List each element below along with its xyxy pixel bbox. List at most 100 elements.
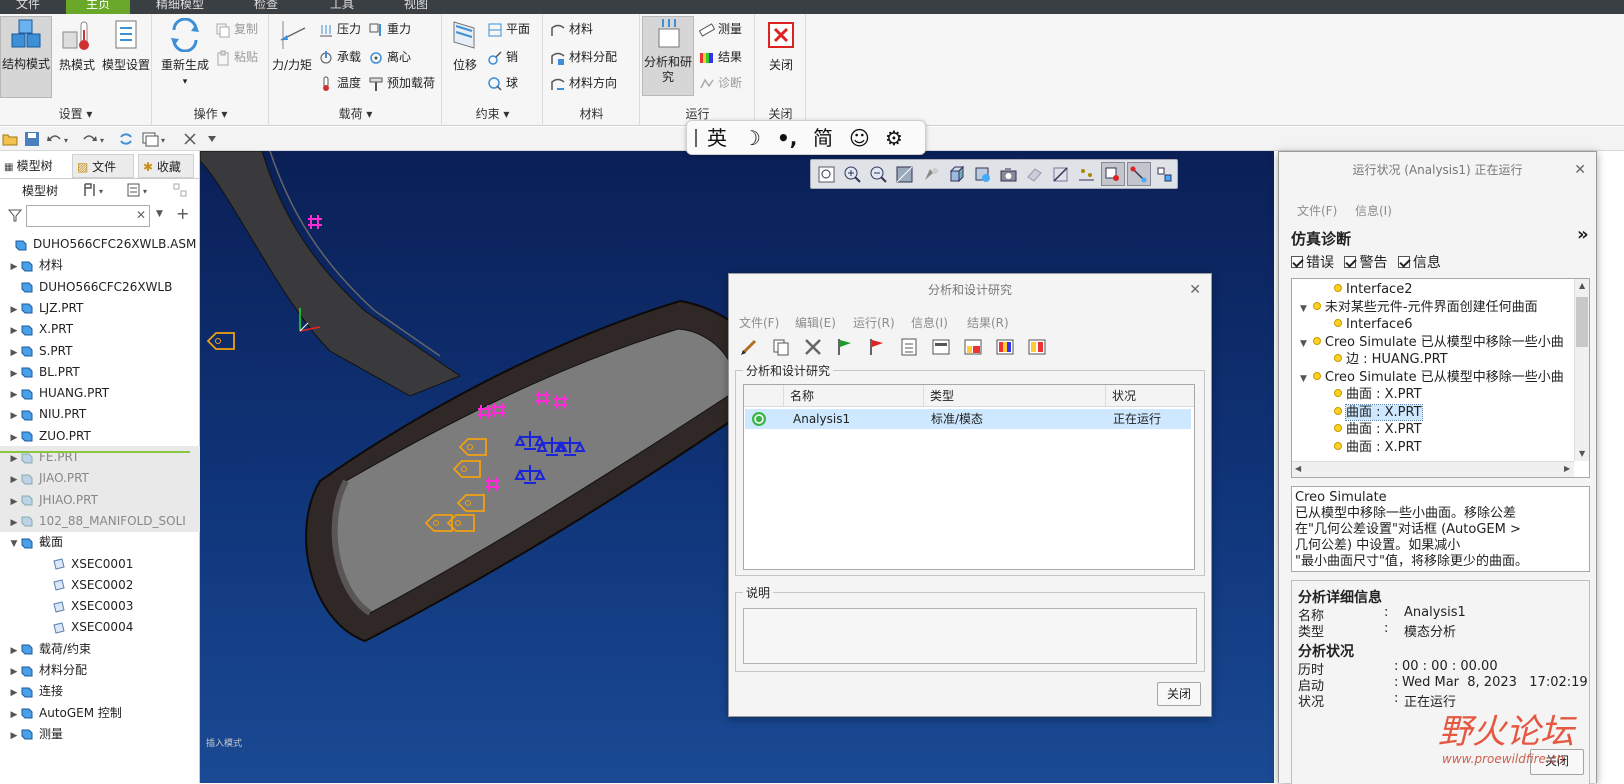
ime-moon-icon[interactable]: ☽ — [743, 126, 761, 150]
diag-vertical-scrollbar[interactable]: ▲ ▼ — [1574, 279, 1589, 461]
pressure-button[interactable]: 压力 — [318, 18, 361, 40]
tree-item[interactable]: ▶ 102_88_MANIFOLD_SOLI — [0, 509, 200, 532]
search-dropdown-icon[interactable]: ▼ — [156, 209, 163, 219]
material-button[interactable]: 材料 — [550, 18, 593, 40]
ime-simplified-toggle[interactable]: 简 — [813, 126, 833, 150]
tab-favorites[interactable]: ✱ 收藏 — [138, 154, 194, 178]
description-textarea[interactable] — [743, 608, 1197, 664]
tree-search-input[interactable] — [26, 205, 150, 227]
tree-item[interactable]: ▶ S.PRT — [0, 340, 200, 362]
list-item[interactable]: 曲面 : X.PRT — [1334, 439, 1422, 457]
tree-toggle-icon[interactable]: ▶ — [8, 427, 20, 447]
tree-item[interactable]: ▶ 连接 — [0, 680, 200, 702]
tree-item[interactable]: DUHO566CFC26XWLB — [0, 276, 200, 298]
tree-item[interactable]: ▶ JIAO.PRT — [0, 467, 200, 490]
list-item[interactable]: ▼ Creo Simulate 已从模型中移除一些小曲 — [1300, 334, 1564, 352]
tree-toggle-icon[interactable]: ▶ — [8, 512, 20, 532]
ribbon-group-label-setup[interactable]: 设置 ▾ — [0, 105, 151, 122]
tree-toggle-icon[interactable]: ▶ — [8, 384, 20, 404]
tree-item[interactable]: DUHO566CFC26XWLB.ASM — [0, 233, 200, 255]
diag-toggle-icon[interactable]: ▼ — [1300, 304, 1307, 314]
tree-toggle-icon[interactable]: ▶ — [8, 256, 20, 276]
results-button[interactable]: 结果 — [699, 46, 742, 68]
refit-icon[interactable] — [895, 165, 914, 184]
column-type[interactable]: 类型 — [924, 385, 1106, 407]
zoom-in-icon[interactable] — [843, 165, 862, 184]
tree-settings-icon[interactable]: ▾ — [82, 182, 108, 198]
tree-item[interactable]: ▶ 载荷/约束 — [0, 638, 200, 660]
tree-toggle-icon[interactable]: ▶ — [8, 363, 20, 383]
copy-study-icon[interactable] — [771, 337, 791, 357]
status-menu-info[interactable]: 信息(I) — [1355, 202, 1392, 219]
ime-english-toggle[interactable]: 英 — [707, 126, 727, 150]
menu-tab-tools[interactable]: 工具 — [322, 0, 362, 14]
run-status-close-icon[interactable]: ✕ — [1574, 152, 1586, 188]
ribbon-group-label-operations[interactable]: 操作 ▾ — [153, 105, 268, 122]
results-compare-icon[interactable] — [1027, 337, 1047, 357]
tree-item[interactable]: ▶ BL.PRT — [0, 361, 200, 383]
list-item[interactable]: Interface6 — [1334, 316, 1412, 334]
copy-button[interactable]: 复制 — [215, 18, 258, 40]
preload-button[interactable]: 预加载荷 — [368, 72, 435, 94]
bearing-button[interactable]: 承载 — [318, 46, 361, 68]
tab-files[interactable]: ▨ 文件 — [72, 154, 134, 178]
ball-constraint-button[interactable]: 球 — [487, 72, 518, 94]
list-item[interactable]: ▼ Creo Simulate 已从模型中移除一些小曲 — [1300, 369, 1564, 387]
model-setup-button[interactable]: 模型设置 — [100, 18, 152, 73]
tree-item[interactable]: ▶ X.PRT — [0, 318, 200, 340]
tree-item[interactable]: ▶ FE.PRT — [0, 446, 200, 468]
menu-tab-file[interactable]: 文件 — [8, 0, 48, 14]
menu-tab-view[interactable]: 视图 — [396, 0, 436, 14]
list-item[interactable]: 曲面 : X.PRT — [1334, 421, 1422, 439]
close-window-icon[interactable] — [182, 131, 198, 147]
diag-horizontal-scrollbar[interactable]: ◀ ▶ — [1292, 461, 1574, 477]
section-view-icon[interactable] — [1025, 165, 1044, 184]
search-clear-icon[interactable]: ✕ — [136, 208, 146, 222]
temperature-button[interactable]: 温度 — [318, 72, 361, 94]
tree-item[interactable]: XSEC0004 — [0, 616, 200, 638]
tree-item[interactable]: ▶ LJZ.PRT — [0, 297, 200, 319]
tree-item[interactable]: ▶ JHIAO.PRT — [0, 488, 200, 511]
summary-icon[interactable] — [931, 337, 951, 357]
tree-item[interactable]: XSEC0002 — [0, 574, 200, 596]
menu-tab-inspect[interactable]: 检查 — [246, 0, 286, 14]
results-fringe-window-icon[interactable] — [995, 337, 1015, 357]
repaint-icon[interactable] — [921, 165, 940, 184]
diag-toggle-icon[interactable]: ▼ — [1300, 339, 1307, 349]
tree-item[interactable]: ▶ HUANG.PRT — [0, 382, 200, 404]
customize-dropdown-icon[interactable] — [206, 133, 218, 145]
ime-settings-icon[interactable]: ⚙ — [885, 126, 903, 150]
list-item[interactable]: 曲面 : X.PRT — [1334, 403, 1423, 422]
column-name[interactable]: 名称 — [784, 385, 924, 407]
tree-item[interactable]: XSEC0003 — [0, 595, 200, 617]
open-folder-icon[interactable] — [2, 131, 18, 147]
results-window-icon[interactable] — [963, 337, 983, 357]
study-menu-info[interactable]: 信息(I) — [911, 314, 948, 331]
filter-errors-checkbox[interactable]: 错误 — [1291, 255, 1334, 271]
ribbon-group-label-loads[interactable]: 载荷 ▾ — [270, 105, 441, 122]
tree-filter-display-icon[interactable] — [172, 182, 188, 198]
tree-item[interactable]: ▶ 测量 — [0, 723, 200, 745]
camera-icon[interactable] — [999, 165, 1018, 184]
structure-mode-button[interactable]: 结构模式 — [0, 16, 52, 98]
filter-funnel-icon[interactable] — [8, 208, 22, 222]
datum-points-icon[interactable] — [1077, 165, 1096, 184]
tree-item[interactable]: ▶ NIU.PRT — [0, 403, 200, 425]
menu-tab-refine-model[interactable]: 精细模型 — [148, 0, 212, 14]
tree-toggle-icon[interactable]: ▶ — [8, 469, 20, 489]
displacement-button[interactable]: 位移 — [445, 18, 485, 73]
diag-toggle-icon[interactable]: ▼ — [1300, 374, 1307, 384]
material-assignment-button[interactable]: 材料分配 — [550, 46, 617, 68]
force-moment-button[interactable]: 力/力矩 — [270, 18, 314, 73]
expand-chevron-icon[interactable]: » — [1577, 224, 1589, 245]
save-icon[interactable] — [24, 131, 40, 147]
diag-scroll-thumb[interactable] — [1576, 297, 1588, 347]
tree-item[interactable]: ▶ AutoGEM 控制 — [0, 702, 200, 724]
list-item[interactable]: 曲面 : X.PRT — [1334, 386, 1422, 404]
tree-item[interactable]: ▶ ZUO.PRT — [0, 425, 200, 447]
tree-item[interactable]: ▼ 截面 — [0, 531, 200, 553]
delete-study-icon[interactable] — [803, 337, 823, 357]
tree-columns-icon[interactable]: ▾ — [126, 182, 152, 198]
tree-toggle-icon[interactable]: ▶ — [8, 704, 20, 724]
regenerate-quick-icon[interactable] — [118, 131, 134, 147]
